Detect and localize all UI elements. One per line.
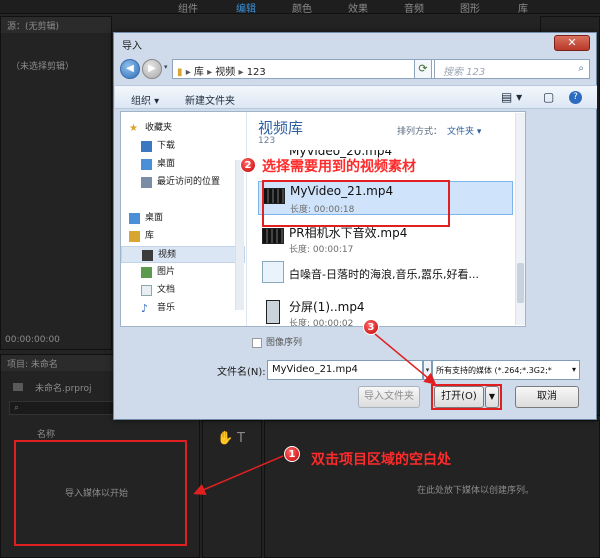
arrow-to-project-area <box>193 455 284 495</box>
annotation-arrows <box>193 333 437 495</box>
arrow-to-open-button <box>374 333 437 385</box>
